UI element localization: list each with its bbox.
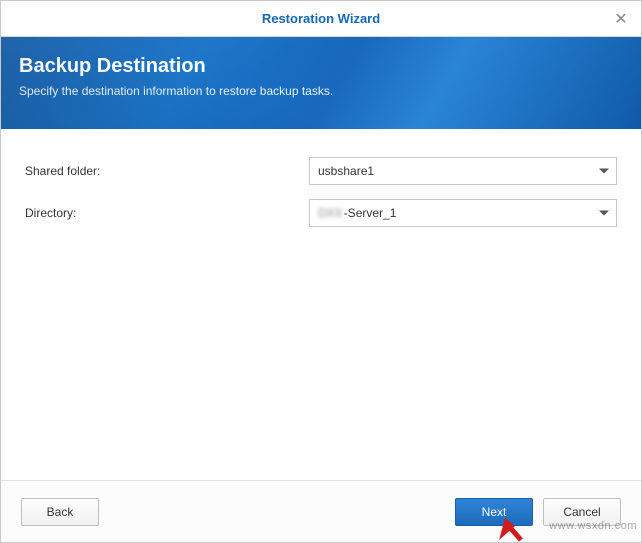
- chevron-down-icon: [599, 169, 609, 174]
- footer: Back Next Cancel: [1, 480, 641, 542]
- row-directory: Directory: DXX-Server_1: [25, 199, 617, 227]
- form-content: Shared folder: usbshare1 Directory: DXX-…: [1, 129, 641, 227]
- shared-folder-value-text: usbshare1: [318, 164, 374, 178]
- banner-subheading: Specify the destination information to r…: [19, 84, 623, 98]
- window-title: Restoration Wizard: [262, 11, 380, 26]
- directory-value-prefix: DXX: [318, 206, 343, 220]
- directory-value: DXX-Server_1: [309, 199, 617, 227]
- close-icon[interactable]: ✕: [601, 1, 641, 37]
- directory-select[interactable]: DXX-Server_1: [309, 199, 617, 227]
- shared-folder-label: Shared folder:: [25, 164, 309, 178]
- shared-folder-value: usbshare1: [309, 157, 617, 185]
- directory-value-suffix: -Server_1: [344, 206, 397, 220]
- directory-label: Directory:: [25, 206, 309, 220]
- banner: Backup Destination Specify the destinati…: [1, 37, 641, 129]
- titlebar: Restoration Wizard ✕: [1, 1, 641, 37]
- chevron-down-icon: [599, 211, 609, 216]
- cancel-button[interactable]: Cancel: [543, 498, 621, 526]
- row-shared-folder: Shared folder: usbshare1: [25, 157, 617, 185]
- shared-folder-select[interactable]: usbshare1: [309, 157, 617, 185]
- banner-heading: Backup Destination: [19, 55, 623, 78]
- back-button[interactable]: Back: [21, 498, 99, 526]
- next-button[interactable]: Next: [455, 498, 533, 526]
